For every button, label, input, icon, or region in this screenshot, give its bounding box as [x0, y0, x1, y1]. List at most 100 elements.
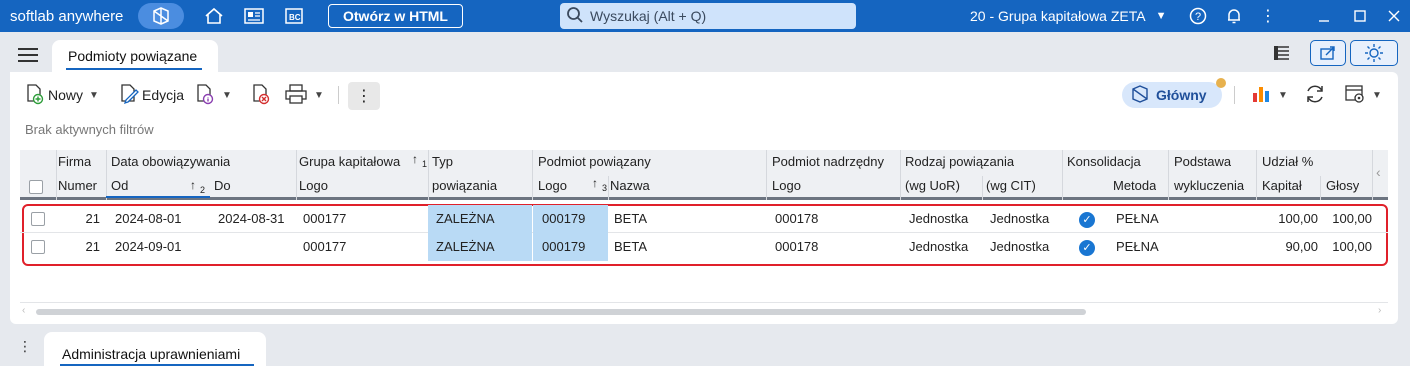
- main-panel: Nowy ▼ Edycja ▼ ▼ ⋮ Główny ▼ ▼ Brak akty…: [10, 72, 1398, 324]
- header-typ[interactable]: Typ: [432, 154, 453, 169]
- header-od[interactable]: Od ↑ 2: [106, 176, 210, 198]
- view-settings-button[interactable]: ▼: [1344, 80, 1382, 110]
- header-wykluczenia[interactable]: wykluczenia: [1174, 178, 1244, 193]
- list-icon[interactable]: [1264, 40, 1300, 66]
- company-selector[interactable]: 20 - Grupa kapitałowa ZETA ▼: [970, 0, 1167, 32]
- cell-glosy: 100,00: [1332, 211, 1372, 226]
- header-nadrzedny-logo[interactable]: Logo: [772, 178, 801, 193]
- header-konsolidacja[interactable]: Konsolidacja: [1067, 154, 1141, 169]
- row-checkbox[interactable]: [31, 240, 45, 254]
- bc-icon[interactable]: BC: [274, 0, 314, 32]
- delete-document-icon: [250, 83, 272, 108]
- header-glosy[interactable]: Głosy: [1326, 178, 1359, 193]
- cell-nadrzedny: 000178: [775, 239, 819, 254]
- settings-grid-icon: [1344, 83, 1366, 108]
- table-row[interactable]: 21 2024-09-01 000177 ZALEŻNA 000179 BETA…: [20, 233, 1388, 261]
- select-all-checkbox[interactable]: [29, 180, 43, 194]
- header-data-obowiazywania[interactable]: Data obowiązywania: [111, 154, 230, 169]
- header-kapital[interactable]: Kapitał: [1262, 178, 1302, 193]
- header-do[interactable]: Do: [214, 178, 231, 193]
- more-vert-icon[interactable]: ⋮: [1250, 0, 1286, 32]
- open-html-button[interactable]: Otwórz w HTML: [328, 4, 463, 28]
- horizontal-scrollbar-thumb[interactable]: [36, 309, 1086, 315]
- sort-ascending-icon: ↑: [592, 176, 598, 190]
- header-rodzaj-uor[interactable]: (wg UoR): [905, 178, 960, 193]
- check-circle-icon: ✓: [1079, 240, 1095, 256]
- cell-kapital: 100,00: [1278, 211, 1318, 226]
- scroll-left-icon[interactable]: ‹: [1376, 164, 1381, 180]
- header-udzial[interactable]: Udział %: [1262, 154, 1313, 169]
- header-rodzaj-cit[interactable]: (wg CIT): [986, 178, 1036, 193]
- maximize-icon[interactable]: [1342, 0, 1378, 32]
- menu-icon[interactable]: [18, 48, 38, 66]
- chevron-down-icon[interactable]: ▼: [314, 90, 324, 101]
- toolbar-divider: [1234, 86, 1235, 104]
- tab-administracja-uprawnieniami[interactable]: Administracja uprawnieniami: [44, 332, 266, 366]
- tab-podmioty-powiazane[interactable]: Podmioty powiązane: [52, 40, 218, 72]
- info-document-icon: [194, 83, 216, 108]
- help-icon[interactable]: ?: [1180, 0, 1216, 32]
- grid-header: Firma Numer Data obowiązywania Od ↑ 2 Do…: [20, 150, 1388, 200]
- share-icon[interactable]: [1310, 40, 1346, 66]
- header-typ-powiazania[interactable]: powiązania: [432, 178, 497, 193]
- more-vert-icon[interactable]: ⋮: [18, 338, 32, 355]
- scroll-right-arrow-icon[interactable]: ›: [1378, 305, 1381, 316]
- cell-typ: ZALEŻNA: [428, 205, 532, 233]
- edit-button[interactable]: Edycja: [118, 80, 184, 110]
- header-podstawa[interactable]: Podstawa: [1174, 154, 1231, 169]
- sort-ascending-icon: ↑: [190, 178, 196, 192]
- header-podmiot-nazwa[interactable]: Nazwa: [610, 178, 650, 193]
- row-checkbox[interactable]: [31, 212, 45, 226]
- glowny-button[interactable]: Główny: [1122, 78, 1226, 108]
- refresh-button[interactable]: [1304, 80, 1326, 110]
- sort-order: 3: [602, 183, 608, 193]
- check-circle-icon: ✓: [1079, 212, 1095, 228]
- header-numer[interactable]: Numer: [58, 178, 97, 193]
- details-button[interactable]: ▼: [194, 80, 232, 110]
- scroll-left-arrow-icon[interactable]: ‹: [22, 305, 25, 316]
- header-podmiot-nadrzedny[interactable]: Podmiot nadrzędny: [772, 154, 884, 169]
- header-podmiot-powiazany[interactable]: Podmiot powiązany: [538, 154, 651, 169]
- news-icon[interactable]: [234, 0, 274, 32]
- chevron-down-icon[interactable]: ▼: [89, 90, 99, 101]
- header-metoda[interactable]: Metoda: [1113, 178, 1156, 193]
- edit-label: Edycja: [142, 87, 185, 103]
- more-vert-icon: ⋮: [356, 88, 372, 105]
- bottom-tab-row: ⋮ Administracja uprawnieniami: [0, 324, 1410, 366]
- theme-icon[interactable]: [1350, 40, 1398, 66]
- header-firma[interactable]: Firma: [58, 154, 91, 169]
- header-od-label: Od: [111, 178, 129, 193]
- header-grupa-logo[interactable]: Logo: [299, 178, 328, 193]
- chevron-down-icon[interactable]: ▼: [222, 90, 232, 101]
- new-label: Nowy: [48, 87, 84, 103]
- bell-icon[interactable]: [1216, 0, 1252, 32]
- cell-glosy: 100,00: [1332, 239, 1372, 254]
- cell-od: 2024-08-01: [115, 211, 182, 226]
- new-button[interactable]: Nowy ▼: [24, 80, 99, 110]
- header-rodzaj-powiazania[interactable]: Rodzaj powiązania: [905, 154, 1014, 169]
- header-podmiot-logo[interactable]: Logo: [538, 178, 567, 193]
- home-icon[interactable]: [194, 0, 234, 32]
- filters-status: Brak aktywnych filtrów: [25, 122, 154, 137]
- edit-document-icon: [118, 83, 140, 108]
- cell-metoda: PEŁNA: [1116, 239, 1159, 254]
- table-row[interactable]: 21 2024-08-01 2024-08-31 000177 ZALEŻNA …: [20, 205, 1388, 233]
- cell-podmiot-logo: 000179: [533, 233, 608, 261]
- more-actions-button[interactable]: ⋮: [348, 82, 380, 110]
- sort-order: 2: [200, 185, 206, 195]
- printer-icon: [284, 83, 308, 108]
- minimize-icon[interactable]: [1306, 0, 1342, 32]
- chevron-down-icon[interactable]: ▼: [1372, 90, 1382, 101]
- modules-icon[interactable]: [138, 3, 184, 29]
- cell-nadrzedny: 000178: [775, 211, 819, 226]
- delete-button[interactable]: [250, 80, 272, 110]
- search-input[interactable]: Wyszukaj (Alt + Q): [560, 3, 856, 29]
- new-document-icon: [24, 83, 46, 108]
- chevron-down-icon[interactable]: ▼: [1278, 90, 1288, 101]
- chart-button[interactable]: ▼: [1250, 80, 1288, 110]
- header-grupa-kapitalowa[interactable]: Grupa kapitałowa: [299, 154, 409, 169]
- cell-numer: 21: [85, 239, 100, 254]
- close-icon[interactable]: [1376, 0, 1410, 32]
- glowny-label: Główny: [1156, 87, 1207, 103]
- print-button[interactable]: ▼: [284, 80, 324, 110]
